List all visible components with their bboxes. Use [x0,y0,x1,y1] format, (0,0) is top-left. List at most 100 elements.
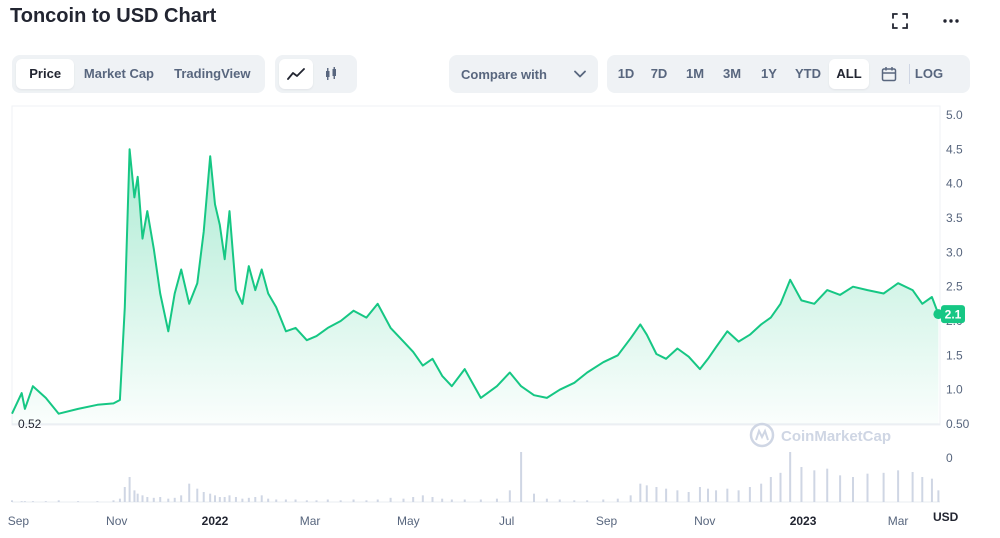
volume-bar [31,501,34,502]
volume-bar [852,477,854,502]
volume-bar [789,452,792,502]
volume-bar [602,499,605,502]
range-1d[interactable]: 1D [611,59,641,89]
volume-bar [737,490,740,502]
volume-bar [921,477,924,502]
volume-bar [639,483,642,502]
tab-market-cap[interactable]: Market Cap [74,59,163,89]
compare-label: Compare with [461,66,547,82]
volume-bar [112,500,115,502]
range-ytd[interactable]: YTD [787,59,829,89]
volume-bar [214,495,216,502]
compare-dropdown[interactable]: Compare with [449,55,598,93]
chart-title: Toncoin to USD Chart [10,5,217,27]
y-tick-label: 3.5 [946,211,963,225]
range-1y[interactable]: 1Y [751,59,787,89]
volume-bar [20,501,23,502]
volume-bar [508,490,511,502]
volume-bar [655,487,658,502]
volume-bar [937,490,940,502]
volume-bar [267,498,270,502]
volume-bar [146,497,149,502]
volume-bar [687,492,690,502]
more-options-icon[interactable] [940,10,962,32]
tab-tradingview[interactable]: TradingView [164,59,261,89]
volume-bar [769,477,772,502]
volume-bar [234,497,237,502]
range-3m[interactable]: 3M [713,59,751,89]
x-tick-label: May [397,514,420,528]
volume-bar [897,470,900,502]
volume-bar [159,497,162,502]
volume-bar [123,487,126,502]
tab-price[interactable]: Price [16,59,75,89]
volume-bar [128,477,131,502]
volume-bar [228,495,231,502]
y-tick-label: 3.0 [946,245,963,259]
y-tick-label: 1.5 [946,348,963,362]
volume-bar [352,499,355,502]
y-tick-label: 1.0 [946,383,963,397]
watermark: CoinMarketCap [749,422,891,448]
volume-bar [930,478,933,502]
chevron-down-icon [574,65,586,83]
x-tick-label: 2022 [202,514,229,528]
range-selector: 1D 7D 1M 3M 1Y YTD ALL LOG [607,55,970,93]
price-chart[interactable]: CoinMarketCap 5.04.54.03.53.02.52.01.51.… [0,100,1000,533]
volume-bar [202,492,205,502]
volume-bar [315,500,318,502]
x-tick-label: Sep [596,514,618,528]
x-tick-label: Jul [499,514,514,528]
volume-bar [218,497,221,502]
volume-bar [495,498,498,502]
volume-bar [141,495,144,502]
fullscreen-icon[interactable] [889,10,911,32]
volume-bar [665,488,668,502]
volume-bar [839,475,842,502]
range-7d[interactable]: 7D [641,59,677,89]
chart-type-toggle [275,55,357,93]
candlestick-icon[interactable] [313,59,349,89]
volume-bar [96,501,99,502]
x-tick-label: Mar [300,514,321,528]
x-tick-label: Nov [694,514,715,528]
price-chart-svg[interactable]: CoinMarketCap 5.04.54.03.53.02.52.01.51.… [0,100,1000,533]
log-toggle[interactable]: LOG [910,59,948,89]
volume-bar [11,500,13,502]
calendar-icon[interactable] [869,59,909,89]
volume-bar [800,467,803,502]
volume-bar [209,493,212,502]
volume-bar [813,470,816,502]
y-tick-label: 2.5 [946,280,963,294]
volume-bar [152,497,155,502]
volume-tick-label: 0 [946,451,953,465]
price-area [12,149,939,425]
range-all[interactable]: ALL [829,59,869,89]
range-1m[interactable]: 1M [677,59,713,89]
volume-bar [629,495,632,502]
volume-bar [389,497,392,502]
volume-bar [23,501,26,502]
volume-bar [431,497,434,502]
volume-bar [573,500,576,502]
volume-bar [715,490,718,502]
x-tick-label: Mar [888,514,909,528]
volume-bar [376,499,379,502]
volume-bar [760,483,763,502]
volume-bar [545,498,548,502]
volume-bar [402,498,405,502]
volume-bar [196,488,199,502]
volume-bar [882,472,885,502]
current-price-label: 2.1 [945,308,962,322]
x-tick-label: Sep [8,514,30,528]
volume-bar [133,490,136,502]
line-chart-icon[interactable] [279,59,313,89]
volume-bar [533,493,535,502]
view-tabs: Price Market Cap TradingView [12,55,265,93]
volume-bar [305,500,308,502]
volume-bar [412,497,415,502]
volume-bar [77,501,80,502]
volume-bar [450,499,453,502]
volume-bar [57,500,60,502]
volume-bar [326,499,329,502]
